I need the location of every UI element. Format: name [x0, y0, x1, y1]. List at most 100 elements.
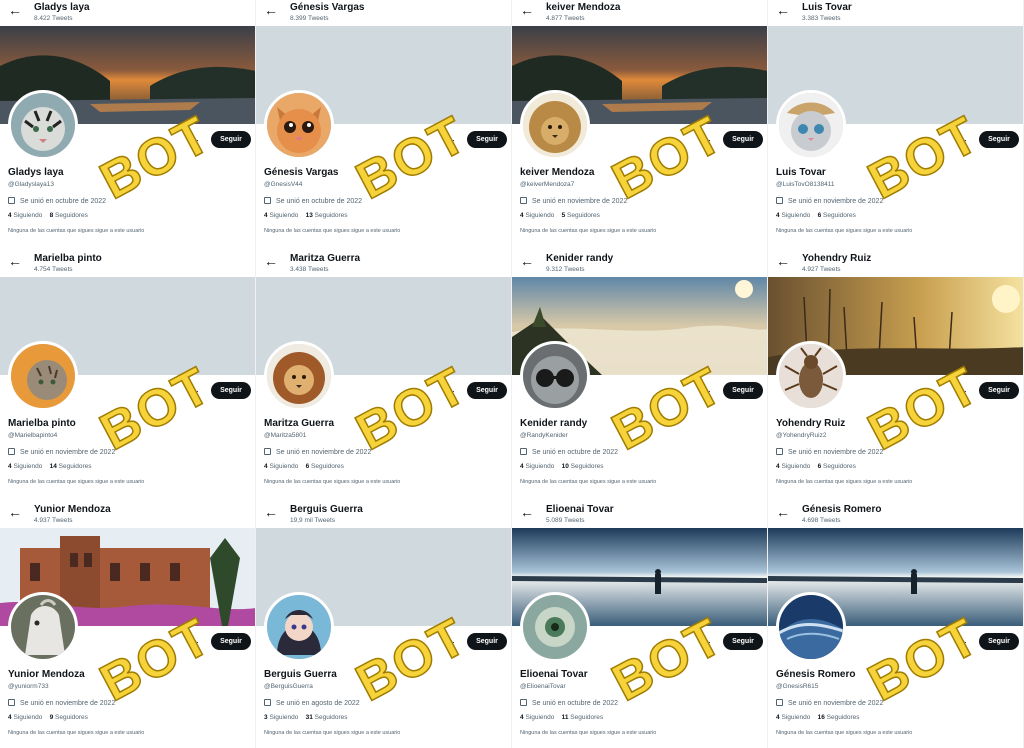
join-date: Se unió en noviembre de 2022 — [776, 448, 883, 456]
followers-link[interactable]: 5 Seguidores — [562, 212, 600, 219]
header-name: Gladys laya — [34, 2, 90, 13]
following-count: 4 — [776, 212, 780, 219]
following-link[interactable]: 4 Siguiendo — [520, 212, 554, 219]
back-arrow-icon[interactable]: ← — [264, 254, 278, 268]
follow-button[interactable]: Seguir — [979, 382, 1019, 399]
followers-link[interactable]: 11 Seguidores — [562, 714, 604, 721]
avatar[interactable] — [8, 90, 78, 160]
avatar[interactable] — [776, 341, 846, 411]
back-arrow-icon[interactable]: ← — [776, 505, 790, 519]
avatar[interactable] — [8, 341, 78, 411]
profile-card: ← Maritza Guerra 3.438 Tweets ··· Seguir… — [256, 251, 512, 502]
more-options-icon[interactable]: ··· — [956, 135, 968, 145]
followers-link[interactable]: 6 Seguidores — [306, 463, 344, 470]
avatar[interactable] — [8, 592, 78, 662]
more-options-icon[interactable]: ··· — [188, 637, 200, 647]
join-date-text: Se unió en noviembre de 2022 — [276, 449, 372, 456]
back-arrow-icon[interactable]: ← — [8, 3, 22, 17]
avatar[interactable] — [776, 592, 846, 662]
followers-link[interactable]: 6 Seguidores — [818, 463, 856, 470]
avatar[interactable] — [520, 90, 590, 160]
back-arrow-icon[interactable]: ← — [520, 3, 534, 17]
following-link[interactable]: 4 Siguiendo — [520, 463, 554, 470]
follow-button[interactable]: Seguir — [467, 633, 507, 650]
follow-button[interactable]: Seguir — [979, 131, 1019, 148]
tweet-count: 4.937 Tweets — [34, 517, 73, 524]
following-link[interactable]: 4 Siguiendo — [520, 714, 554, 721]
profile-name: Marielba pinto — [8, 418, 76, 429]
avatar[interactable] — [520, 592, 590, 662]
following-link[interactable]: 4 Siguiendo — [776, 212, 810, 219]
follow-button[interactable]: Seguir — [467, 131, 507, 148]
following-link[interactable]: 3 Siguiendo — [264, 714, 298, 721]
more-options-icon[interactable]: ··· — [188, 135, 200, 145]
more-options-icon[interactable]: ··· — [700, 386, 712, 396]
followers-link[interactable]: 8 Seguidores — [50, 212, 88, 219]
follow-button[interactable]: Seguir — [211, 131, 251, 148]
profile-header-bar: ← Maritza Guerra 3.438 Tweets — [256, 251, 511, 277]
profile-header-bar: ← Berguis Guerra 19,9 mil Tweets — [256, 502, 511, 528]
tweet-count: 4.877 Tweets — [546, 15, 585, 22]
following-link[interactable]: 4 Siguiendo — [8, 714, 42, 721]
following-label: Siguiendo — [13, 463, 43, 470]
followers-link[interactable]: 6 Seguidores — [818, 212, 856, 219]
followers-count: 13 — [305, 212, 313, 219]
back-arrow-icon[interactable]: ← — [776, 254, 790, 268]
back-arrow-icon[interactable]: ← — [520, 505, 534, 519]
following-link[interactable]: 4 Siguiendo — [264, 463, 298, 470]
follow-button[interactable]: Seguir — [723, 633, 763, 650]
avatar[interactable] — [264, 341, 334, 411]
join-date-text: Se unió en agosto de 2022 — [276, 700, 360, 707]
mutual-followers-note: Ninguna de las cuentas que sigues sigue … — [776, 730, 913, 736]
more-options-icon[interactable]: ··· — [700, 135, 712, 145]
followers-link[interactable]: 31 Seguidores — [306, 714, 348, 721]
profile-card: ← Luis Tovar 3.383 Tweets ··· Seguir Lui… — [768, 0, 1024, 251]
back-arrow-icon[interactable]: ← — [264, 3, 278, 17]
back-arrow-icon[interactable]: ← — [264, 505, 278, 519]
following-link[interactable]: 4 Siguiendo — [776, 463, 810, 470]
follow-button[interactable]: Seguir — [723, 131, 763, 148]
follow-button[interactable]: Seguir — [467, 382, 507, 399]
avatar[interactable] — [520, 341, 590, 411]
tweet-count: 3.383 Tweets — [802, 15, 841, 22]
mutual-followers-note: Ninguna de las cuentas que sigues sigue … — [520, 730, 657, 736]
back-arrow-icon[interactable]: ← — [8, 254, 22, 268]
followers-link[interactable]: 16 Seguidores — [818, 714, 860, 721]
more-options-icon[interactable]: ··· — [444, 386, 456, 396]
follow-button[interactable]: Seguir — [723, 382, 763, 399]
follow-button[interactable]: Seguir — [979, 633, 1019, 650]
profile-handle: @ElioenaiTovar — [520, 683, 566, 690]
more-options-icon[interactable]: ··· — [956, 386, 968, 396]
more-options-icon[interactable]: ··· — [956, 637, 968, 647]
more-options-icon[interactable]: ··· — [188, 386, 200, 396]
following-link[interactable]: 4 Siguiendo — [776, 714, 810, 721]
followers-label: Seguidores — [823, 212, 856, 219]
followers-link[interactable]: 10 Seguidores — [562, 463, 604, 470]
followers-count: 6 — [817, 463, 822, 470]
followers-link[interactable]: 14 Seguidores — [50, 463, 92, 470]
following-link[interactable]: 4 Siguiendo — [8, 463, 42, 470]
following-link[interactable]: 4 Siguiendo — [264, 212, 298, 219]
mutual-followers-note: Ninguna de las cuentas que sigues sigue … — [8, 228, 145, 234]
follow-button[interactable]: Seguir — [211, 382, 251, 399]
avatar[interactable] — [264, 592, 334, 662]
calendar-icon — [8, 197, 15, 204]
tweet-count: 8.422 Tweets — [34, 15, 73, 22]
avatar[interactable] — [264, 90, 334, 160]
follow-stats: 4 Siguiendo 13 Seguidores — [264, 212, 348, 219]
following-count: 4 — [520, 463, 524, 470]
followers-count: 10 — [561, 463, 569, 470]
followers-link[interactable]: 13 Seguidores — [306, 212, 348, 219]
tweet-count: 3.438 Tweets — [290, 266, 329, 273]
back-arrow-icon[interactable]: ← — [8, 505, 22, 519]
back-arrow-icon[interactable]: ← — [776, 3, 790, 17]
following-link[interactable]: 4 Siguiendo — [8, 212, 42, 219]
followers-link[interactable]: 9 Seguidores — [50, 714, 88, 721]
back-arrow-icon[interactable]: ← — [520, 254, 534, 268]
more-options-icon[interactable]: ··· — [444, 135, 456, 145]
following-count: 3 — [264, 714, 268, 721]
follow-button[interactable]: Seguir — [211, 633, 251, 650]
avatar[interactable] — [776, 90, 846, 160]
more-options-icon[interactable]: ··· — [700, 637, 712, 647]
more-options-icon[interactable]: ··· — [444, 637, 456, 647]
